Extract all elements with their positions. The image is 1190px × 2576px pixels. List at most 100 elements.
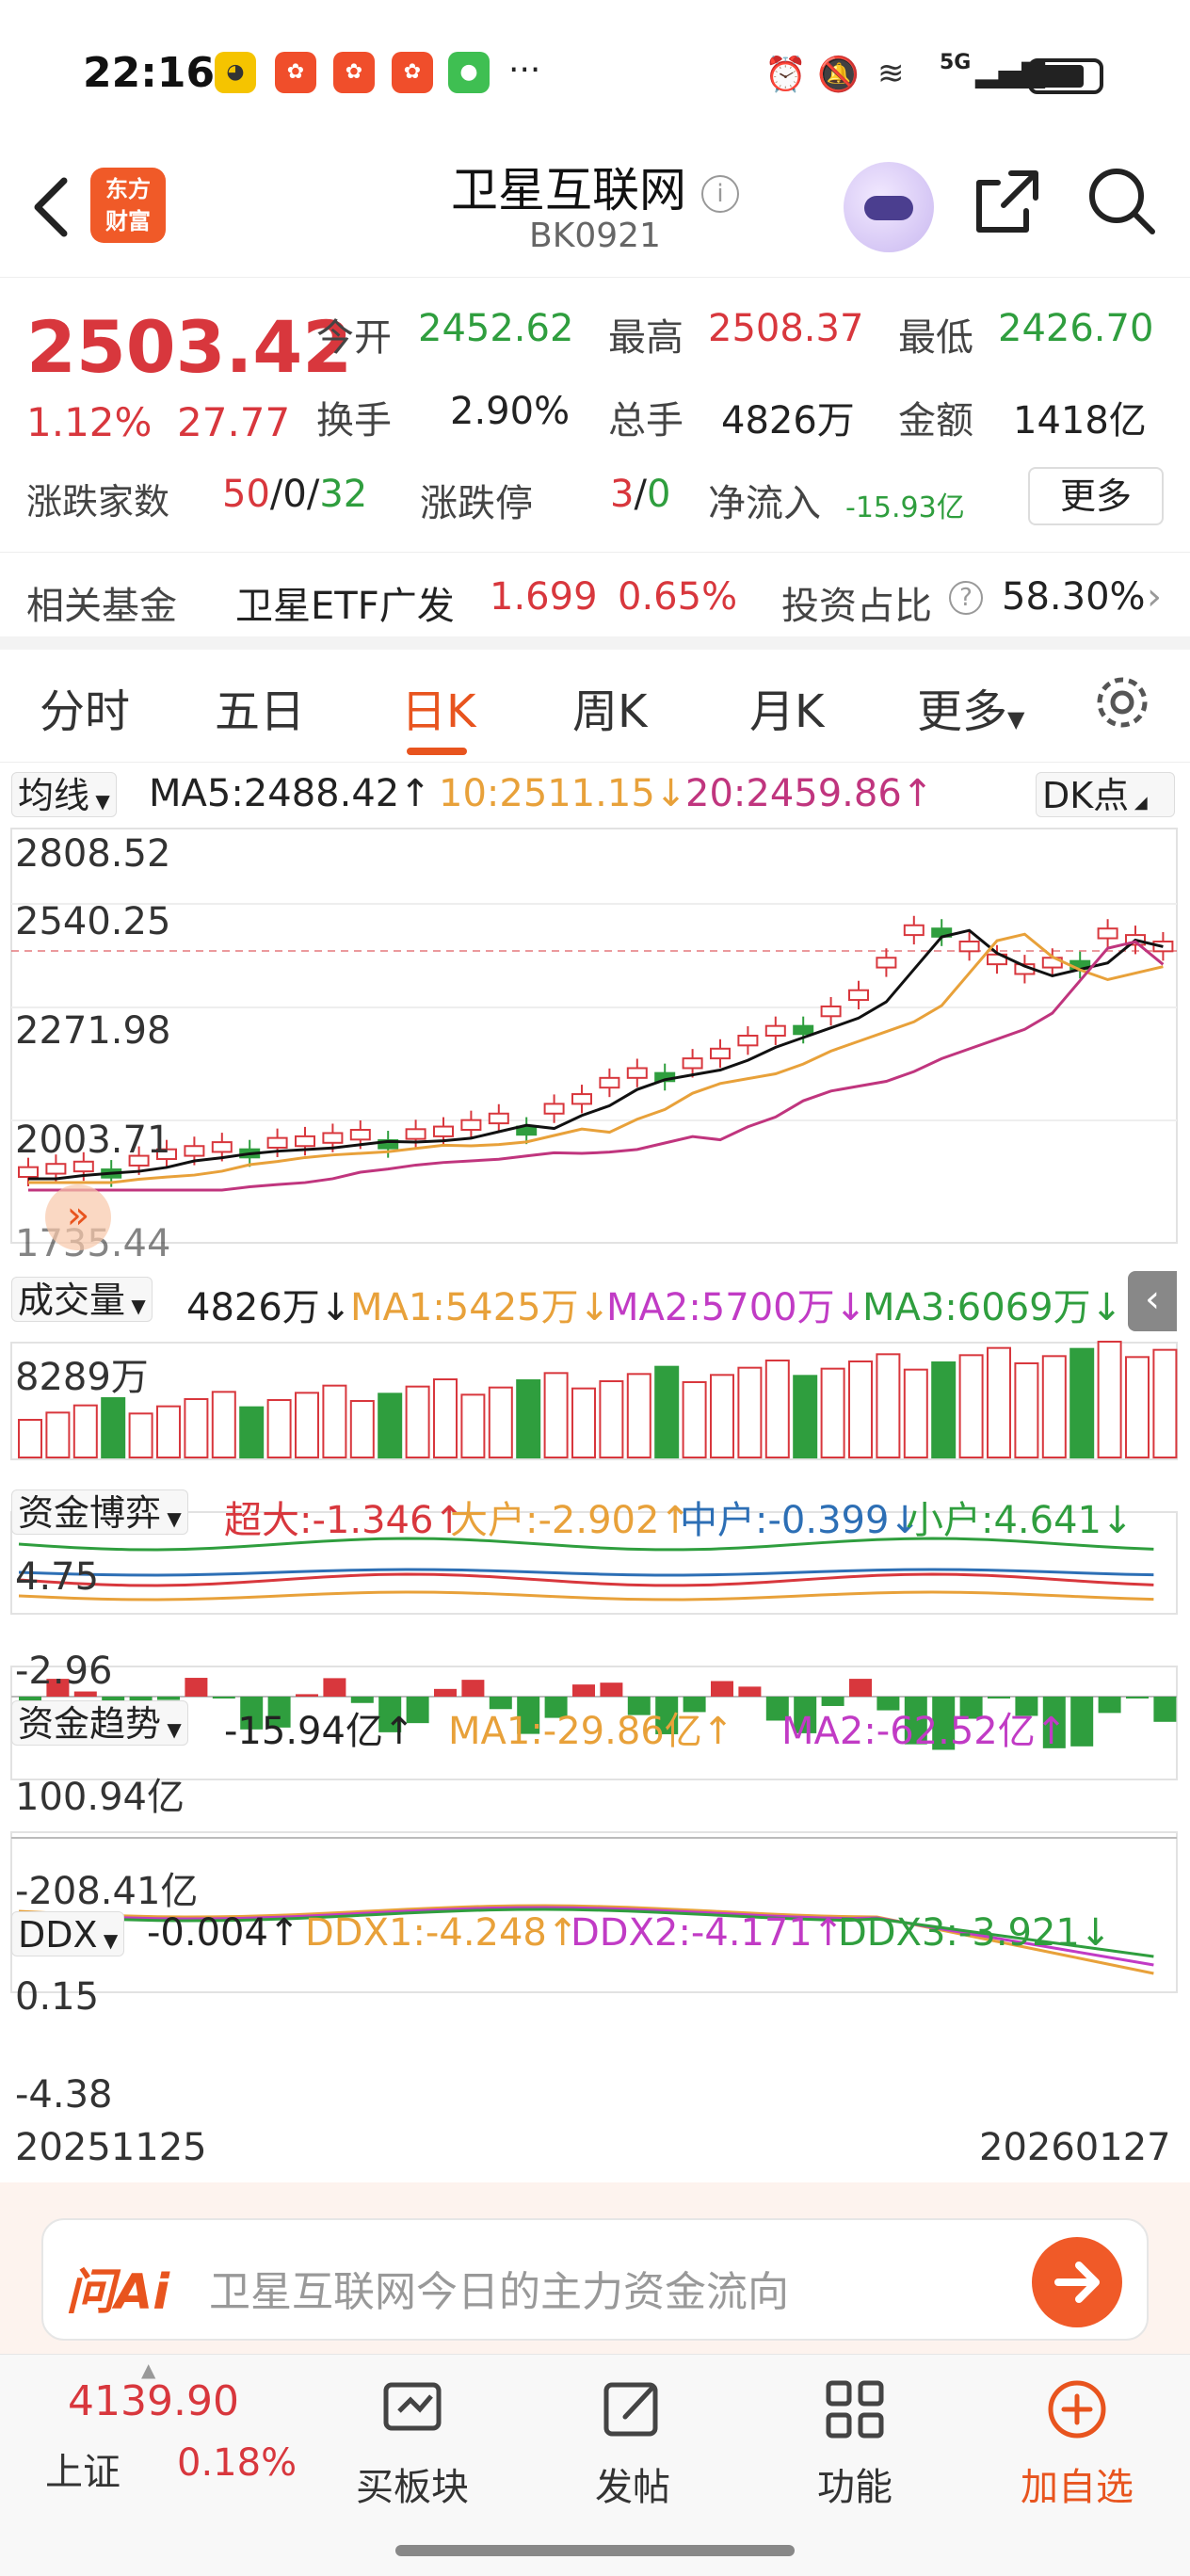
volume-ma3: MA3:6069万↓	[862, 1286, 1123, 1329]
volume-bar	[295, 1392, 319, 1458]
adv-down: 32	[319, 473, 368, 516]
candle	[626, 1067, 648, 1079]
tab-five-day[interactable]: 五日	[215, 674, 305, 740]
volume-bar	[903, 1368, 928, 1459]
arrow-right-icon	[1054, 2262, 1100, 2303]
caret-down-icon: ▼	[89, 790, 110, 813]
investment-ratio-label: 投资占比	[781, 585, 932, 628]
high-label: 最高	[608, 316, 683, 360]
related-fund-label: 相关基金	[26, 585, 177, 628]
volume-bar	[378, 1393, 403, 1458]
tab-weekly-k[interactable]: 周K	[572, 674, 647, 740]
candle	[1097, 927, 1118, 940]
trend-ma1: MA1:-29.86亿↑	[448, 1710, 734, 1753]
tab-monthly-k[interactable]: 月K	[749, 674, 824, 740]
change-value: 27.77	[177, 399, 291, 445]
volume-bar	[128, 1412, 153, 1458]
candle	[295, 1135, 315, 1148]
indicator-selector-trend[interactable]: 资金趋势 ▼	[11, 1700, 188, 1746]
functions-button[interactable]: 功能	[770, 2374, 940, 2511]
limit-sep: /	[634, 473, 647, 516]
adv-up: 50	[222, 473, 270, 516]
post-button[interactable]: 发帖	[548, 2374, 717, 2511]
candle	[18, 1166, 39, 1179]
volume-bar	[1097, 1341, 1122, 1458]
trend-bar	[738, 1686, 762, 1697]
ai-submit-button[interactable]	[1032, 2237, 1122, 2327]
super-large-flow: 超大:-1.346↑	[224, 1499, 465, 1542]
buy-sector-icon	[383, 2382, 442, 2431]
trend-bar	[1098, 1697, 1121, 1714]
volume-bar	[516, 1379, 541, 1458]
dk-point-button[interactable]: DK点 ◢	[1036, 772, 1175, 817]
low-value: 2426.70	[998, 307, 1154, 350]
volume-bar	[820, 1367, 845, 1459]
indicator-selector-volume[interactable]: 成交量 ▼	[11, 1277, 153, 1322]
info-icon[interactable]: i	[700, 174, 739, 213]
tab-more-label: 更多	[917, 685, 1008, 738]
volume-bar	[1069, 1347, 1095, 1459]
trend-bar	[711, 1681, 733, 1697]
selector-label: DDX	[18, 1914, 98, 1956]
index-value[interactable]: 4139.90	[68, 2377, 239, 2425]
turnover-value: 2.90%	[450, 390, 571, 433]
index-name[interactable]: 上证	[45, 2441, 121, 2496]
indicator-selector-ddx[interactable]: DDX ▼	[11, 1911, 125, 1956]
indicator-selector-ma[interactable]: 均线 ▼	[11, 772, 117, 817]
trend-bar	[434, 1688, 457, 1697]
tab-intraday[interactable]: 分时	[40, 674, 130, 740]
fund-name[interactable]: 卫星ETF广发	[235, 575, 455, 630]
capital-line	[18, 1590, 1154, 1602]
trend-bar	[212, 1697, 235, 1699]
chart-period-tabs: 分时 五日 日K 周K 月K 更多▼	[0, 659, 1190, 763]
search-button[interactable]	[1085, 164, 1160, 243]
large-flow: 大户:-2.902↑	[450, 1499, 691, 1542]
indicator-selector-capital[interactable]: 资金博弈 ▼	[11, 1489, 188, 1535]
amount-label: 金额	[898, 399, 973, 443]
settings-button[interactable]	[1092, 672, 1152, 736]
trend-current: -15.94亿↑	[224, 1710, 415, 1753]
related-fund-row[interactable]: 相关基金 卫星ETF广发 1.699 0.65% 投资占比 ? 58.30% ›	[0, 552, 1190, 650]
corner-arrow-icon: ◢	[1129, 793, 1148, 813]
ddx-axis-top: 0.15	[15, 1975, 100, 2019]
quote-panel: 2503.42 1.12% 27.77 今开 2452.62 最高 2508.3…	[0, 279, 1190, 552]
ai-question-bar[interactable]: 问Ai 卫星互联网今日的主力资金流向	[41, 2218, 1149, 2341]
expand-toggle-icon[interactable]: »	[45, 1184, 111, 1250]
capital-axis-bottom: -2.96	[15, 1650, 113, 1693]
candle	[571, 1093, 592, 1105]
adv-sep: /	[306, 473, 320, 516]
title-text: 卫星互联网	[451, 163, 687, 217]
selector-label: 成交量	[18, 1280, 126, 1321]
volume-value: 4826万	[721, 399, 855, 443]
tab-daily-k[interactable]: 日K	[401, 674, 475, 740]
share-button[interactable]	[970, 164, 1045, 243]
home-indicator	[395, 2545, 795, 2556]
limit-up: 3	[610, 473, 635, 516]
dk-label: DK点	[1042, 775, 1130, 816]
small-flow: 小户:4.641↓	[906, 1499, 1134, 1542]
volume-bar	[626, 1373, 651, 1458]
candle	[764, 1024, 786, 1037]
buy-sector-button[interactable]: 买板块	[328, 2374, 497, 2511]
share-icon	[976, 170, 1038, 233]
edit-icon	[603, 2382, 658, 2437]
ddx-current: -0.004↑	[147, 1911, 300, 1955]
trend-bar	[296, 1694, 318, 1697]
tab-more[interactable]: 更多▼	[917, 674, 1024, 740]
collapse-panel-button[interactable]: ‹	[1128, 1271, 1177, 1331]
ai-prompt-text: 卫星互联网今日的主力资金流向	[209, 2268, 789, 2316]
volume-bar	[848, 1360, 873, 1458]
volume-bar	[571, 1387, 596, 1459]
volume-bar	[682, 1381, 707, 1458]
trend-bar	[849, 1679, 872, 1697]
volume-bar	[322, 1384, 347, 1459]
trend-ma2: MA2:-62.52亿↑	[781, 1710, 1068, 1753]
more-button[interactable]: 更多	[1028, 467, 1164, 525]
add-watchlist-button[interactable]: 加自选	[992, 2374, 1162, 2511]
open-label: 今开	[316, 316, 392, 360]
ai-assistant-avatar[interactable]	[844, 162, 934, 252]
volume-ma2: MA2:5700万↓	[606, 1286, 867, 1329]
help-icon[interactable]: ?	[949, 581, 983, 615]
alarm-icon: ⏰	[764, 56, 807, 94]
selector-label: 资金趋势	[18, 1703, 162, 1745]
